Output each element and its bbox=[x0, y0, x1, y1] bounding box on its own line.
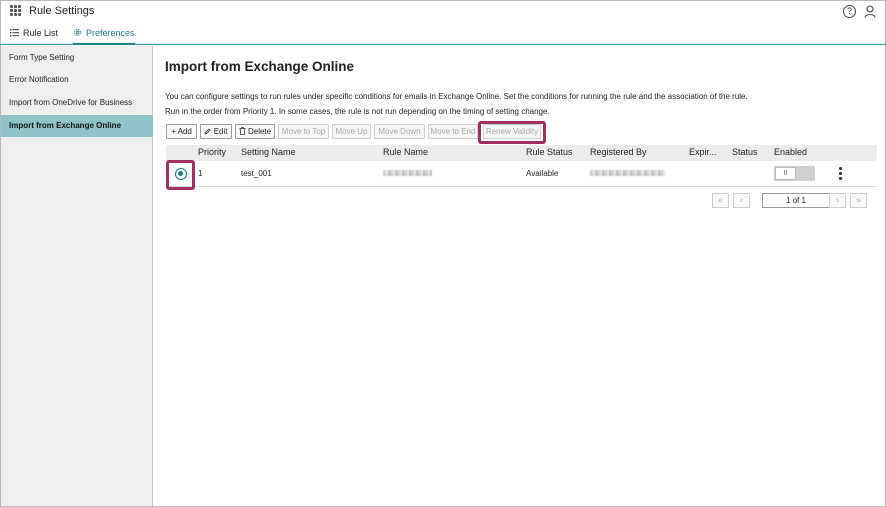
sidebar: Form Type Setting Error Notification Imp… bbox=[1, 46, 153, 506]
description-line-1: You can configure settings to run rules … bbox=[165, 92, 748, 101]
add-label: Add bbox=[177, 127, 192, 136]
sidebar-item-import-onedrive[interactable]: Import from OneDrive for Business bbox=[1, 92, 153, 114]
sidebar-item-form-type-setting[interactable]: Form Type Setting bbox=[1, 47, 153, 69]
edit-label: Edit bbox=[213, 127, 228, 136]
page-select-value: 1 of 1 bbox=[785, 196, 806, 205]
row-select-radio[interactable] bbox=[175, 168, 187, 180]
tab-label: Rule List bbox=[23, 28, 59, 38]
app-title: Rule Settings bbox=[29, 5, 95, 17]
pagination: « ‹ 1 of 1 ⌄ › » bbox=[166, 193, 877, 208]
toggle-knob: II bbox=[775, 167, 796, 180]
app-launcher-icon[interactable] bbox=[10, 5, 21, 16]
add-button[interactable]: + Add bbox=[166, 124, 197, 139]
tab-rule-list[interactable]: Rule List bbox=[10, 28, 58, 45]
list-icon bbox=[10, 29, 19, 37]
move-down-button[interactable]: Move Down bbox=[374, 124, 425, 139]
more-options-icon[interactable] bbox=[835, 166, 845, 182]
pencil-icon bbox=[204, 128, 211, 135]
tab-preferences[interactable]: Preferences bbox=[73, 28, 135, 45]
column-header-expiration[interactable]: Expir... bbox=[689, 147, 717, 157]
next-page-button[interactable]: › bbox=[829, 193, 846, 208]
move-up-button[interactable]: Move Up bbox=[332, 124, 371, 139]
table-header: Priority Setting Name Rule Name Rule Sta… bbox=[166, 145, 877, 161]
main-content: Import from Exchange Online You can conf… bbox=[153, 46, 885, 506]
edit-button[interactable]: Edit bbox=[200, 124, 232, 139]
rule-name-redacted bbox=[383, 170, 432, 176]
column-header-rule-name[interactable]: Rule Name bbox=[383, 147, 428, 157]
column-header-priority[interactable]: Priority bbox=[198, 147, 226, 157]
column-header-setting-name[interactable]: Setting Name bbox=[241, 147, 296, 157]
priority-cell: 1 bbox=[198, 169, 203, 178]
column-header-enabled[interactable]: Enabled bbox=[774, 147, 807, 157]
table-row[interactable]: 1 test_001 Available II bbox=[166, 162, 877, 187]
gear-icon bbox=[74, 29, 81, 36]
page-title: Import from Exchange Online bbox=[165, 59, 355, 74]
sidebar-item-error-notification[interactable]: Error Notification bbox=[1, 69, 153, 91]
prev-page-button[interactable]: ‹ bbox=[733, 193, 750, 208]
setting-name-cell: test_001 bbox=[241, 169, 272, 178]
column-header-status[interactable]: Status bbox=[732, 147, 758, 157]
top-bar: Rule Settings ? bbox=[0, 0, 886, 24]
description-line-2: Run in the order from Priority 1. In som… bbox=[165, 107, 550, 116]
registered-by-redacted bbox=[590, 170, 665, 176]
enabled-toggle[interactable]: II bbox=[774, 166, 815, 181]
last-page-button[interactable]: » bbox=[850, 193, 867, 208]
renew-validity-button[interactable]: Renew Validity bbox=[483, 124, 541, 139]
tab-label: Preferences bbox=[86, 28, 135, 38]
trash-icon bbox=[239, 127, 246, 135]
column-header-registered-by[interactable]: Registered By bbox=[590, 147, 647, 157]
first-page-button[interactable]: « bbox=[712, 193, 729, 208]
rule-status-cell: Available bbox=[526, 169, 559, 178]
move-to-top-button[interactable]: Move to Top bbox=[278, 124, 329, 139]
delete-button[interactable]: Delete bbox=[235, 124, 275, 139]
user-icon[interactable] bbox=[864, 5, 876, 18]
sidebar-item-import-exchange-online[interactable]: Import from Exchange Online bbox=[1, 115, 153, 137]
move-to-end-button[interactable]: Move to End bbox=[428, 124, 478, 139]
tab-bar: Rule List Preferences bbox=[0, 24, 886, 45]
delete-label: Delete bbox=[248, 127, 272, 136]
column-header-rule-status[interactable]: Rule Status bbox=[526, 147, 573, 157]
help-icon[interactable]: ? bbox=[843, 5, 856, 18]
